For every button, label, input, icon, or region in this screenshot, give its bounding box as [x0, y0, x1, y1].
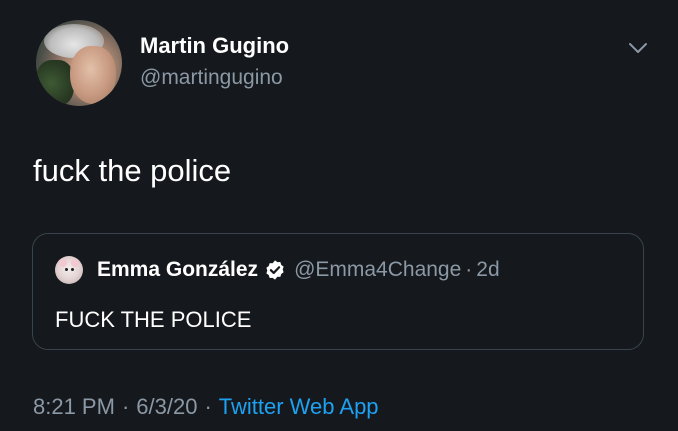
quoted-author-handle[interactable]: @Emma4Change [294, 258, 461, 282]
quoted-tweet-card[interactable]: Emma González @Emma4Change · 2d FUCK THE… [32, 233, 644, 350]
verified-badge-icon [266, 260, 284, 280]
avatar-face [70, 46, 116, 104]
quoted-tweet-text: FUCK THE POLICE [55, 307, 252, 332]
author-display-name[interactable]: Martin Gugino [140, 33, 289, 59]
tweet-text: fuck the police [33, 153, 232, 188]
avatar-background [36, 60, 74, 106]
separator-dot: · [121, 394, 130, 419]
tweet-date[interactable]: 6/3/20 [136, 394, 197, 420]
separator-dot: · [204, 394, 212, 419]
separator-dot: · [465, 258, 473, 281]
avatar-ear-left [59, 259, 67, 267]
chevron-down-icon[interactable] [626, 38, 650, 58]
avatar-eye-left [65, 268, 68, 271]
quoted-author-avatar[interactable] [55, 256, 83, 284]
quoted-tweet-header: Emma González @Emma4Change · 2d [97, 258, 500, 282]
avatar-eye-right [71, 268, 74, 271]
author-handle[interactable]: @martingugino [140, 66, 283, 90]
quoted-tweet-age[interactable]: 2d [476, 258, 499, 282]
tweet-source-link[interactable]: Twitter Web App [219, 394, 379, 420]
avatar-ear-right [71, 259, 79, 267]
tweet: Martin Gugino @martingugino fuck the pol… [0, 0, 678, 431]
tweet-meta: 8:21 PM · 6/3/20 · Twitter Web App [33, 394, 379, 420]
author-avatar[interactable] [36, 20, 122, 106]
quoted-author-display-name[interactable]: Emma González [97, 258, 258, 282]
tweet-time[interactable]: 8:21 PM [33, 394, 115, 420]
